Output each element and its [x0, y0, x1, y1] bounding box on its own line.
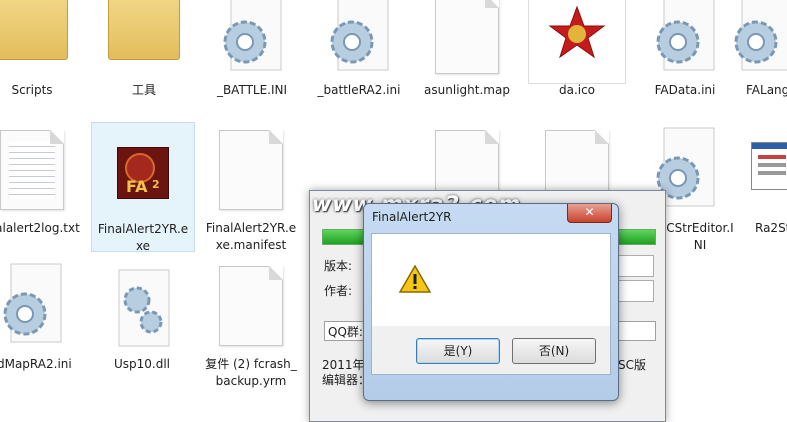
file-item-log-txt[interactable]: inalalert2log.txt: [0, 122, 84, 252]
file-label: _battleRA2.ini: [317, 83, 401, 97]
file-label: asunlight.map: [424, 83, 510, 97]
no-button[interactable]: 否(N): [512, 338, 596, 364]
button-bar: 是(Y) 否(N): [371, 326, 611, 375]
yes-button[interactable]: 是(Y): [416, 338, 500, 364]
message-box-title: FinalAlert2YR: [372, 210, 452, 224]
message-body: [371, 233, 611, 328]
message-box: FinalAlert2YR ✕ 是(Y) 否(N): [363, 203, 619, 401]
file-item-battlera2-ini[interactable]: _battleRA2.ini: [307, 0, 411, 120]
file-label: CStrEditor.INI: [666, 221, 734, 252]
file-label: Ra2St: [755, 221, 787, 235]
author-label: 作者:: [324, 284, 353, 298]
file-label: Scripts: [11, 83, 53, 97]
file-item-da-ico[interactable]: da.ico: [525, 0, 629, 120]
file-label: FinalAlert2YR.exe.manifest: [205, 221, 297, 252]
file-label: _BATTLE.INI: [216, 83, 288, 97]
gear-file-icon: [728, 0, 787, 74]
gear-file-icon: [324, 0, 394, 74]
star-emblem-icon: [528, 0, 626, 84]
app-window-icon: [751, 142, 787, 190]
file-label: FALang: [746, 83, 787, 97]
folder-icon: [0, 0, 68, 60]
svg-text:FA: FA: [126, 177, 148, 196]
file-label: inalalert2log.txt: [0, 221, 80, 235]
gear-file-icon: [0, 262, 67, 346]
file-item-battle-ini[interactable]: _BATTLE.INI: [200, 0, 304, 120]
gear-file-icon: [217, 0, 287, 74]
file-item-finalalert2yr-exe[interactable]: FA 2 FinalAlert2YR.exe: [91, 122, 195, 253]
file-label: Usp10.dll: [113, 357, 171, 371]
file-item-ra2st[interactable]: Ra2St: [737, 122, 787, 252]
file-label: da.ico: [558, 83, 596, 97]
file-label: FinalAlert2YR.exe: [97, 222, 189, 253]
dll-gears-icon: [107, 268, 177, 348]
file-item-fadata-ini[interactable]: FAData.ini: [633, 0, 737, 120]
file-label: 复件 (2) fcrash_backup.yrm: [205, 357, 297, 388]
gear-file-icon: [650, 0, 720, 74]
close-button[interactable]: ✕: [567, 204, 612, 223]
version-label: 版本:: [324, 259, 353, 273]
file-item-usp10-dll[interactable]: Usp10.dll: [90, 262, 194, 392]
qq-label: QQ群:: [328, 325, 363, 339]
blank-file-icon: [435, 0, 499, 74]
file-label: 工具: [131, 83, 156, 97]
file-item-scripts[interactable]: Scripts: [0, 0, 84, 120]
fa2-app-icon: FA 2: [117, 147, 169, 199]
close-icon: ✕: [584, 205, 595, 219]
folder-icon: [108, 0, 180, 60]
file-label: tdMapRA2.ini: [0, 357, 72, 371]
file-item-tools[interactable]: 工具: [92, 0, 196, 120]
blank-file-icon: [219, 130, 283, 210]
file-item-falang[interactable]: FALang: [728, 0, 787, 120]
text-file-icon: [0, 130, 64, 210]
blank-file-icon: [219, 266, 283, 346]
file-label: FAData.ini: [654, 83, 716, 97]
warning-icon: [398, 264, 432, 294]
file-item-manifest[interactable]: FinalAlert2YR.exe.manifest: [199, 122, 303, 252]
svg-text:2: 2: [152, 178, 160, 191]
file-item-fcrash-backup[interactable]: 复件 (2) fcrash_backup.yrm: [199, 262, 303, 392]
file-item-asunlight-map[interactable]: asunlight.map: [415, 0, 519, 120]
file-item-tdmapra2-ini[interactable]: tdMapRA2.ini: [0, 262, 84, 392]
